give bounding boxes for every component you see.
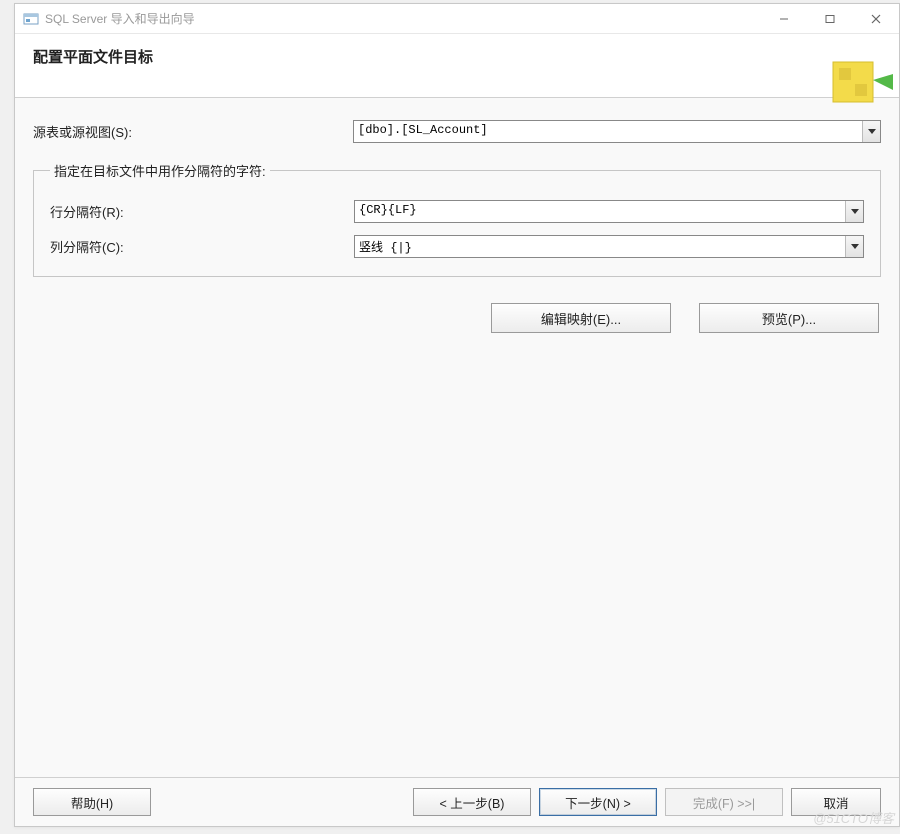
chevron-down-icon[interactable] [862,121,880,142]
preview-button[interactable]: 预览(P)... [699,303,879,333]
wizard-footer: 帮助(H) < 上一步(B) 下一步(N) > 完成(F) >>| 取消 [15,777,899,826]
cancel-button[interactable]: 取消 [791,788,881,816]
close-button[interactable] [853,4,899,34]
delimiter-group-legend: 指定在目标文件中用作分隔符的字符: [50,161,270,180]
chevron-down-icon[interactable] [845,236,863,257]
wizard-header: 配置平面文件目标 [15,34,899,98]
titlebar: SQL Server 导入和导出向导 [15,4,899,34]
col-delimiter-value: 竖线 {|} [355,236,845,257]
page-title: 配置平面文件目标 [33,46,881,67]
action-row: 编辑映射(E)... 预览(P)... [33,297,881,339]
chevron-down-icon[interactable] [845,201,863,222]
help-button[interactable]: 帮助(H) [33,788,151,816]
minimize-button[interactable] [761,4,807,34]
source-table-combo[interactable]: [dbo].[SL_Account] [353,120,881,143]
finish-button: 完成(F) >>| [665,788,783,816]
next-button[interactable]: 下一步(N) > [539,788,657,816]
source-table-label: 源表或源视图(S): [33,122,353,141]
wizard-art-icon [813,48,893,122]
row-delimiter-combo[interactable]: {CR}{LF} [354,200,864,223]
maximize-button[interactable] [807,4,853,34]
col-delimiter-combo[interactable]: 竖线 {|} [354,235,864,258]
col-delimiter-label: 列分隔符(C): [50,237,354,256]
source-table-value: [dbo].[SL_Account] [354,121,862,142]
row-delimiter-row: 行分隔符(R): {CR}{LF} [50,200,864,223]
row-delimiter-label: 行分隔符(R): [50,202,354,221]
wizard-window: SQL Server 导入和导出向导 配置平面文件目标 源表或 [14,3,900,827]
col-delimiter-row: 列分隔符(C): 竖线 {|} [50,235,864,258]
row-delimiter-value: {CR}{LF} [355,201,845,222]
window-title: SQL Server 导入和导出向导 [45,10,195,27]
wizard-content: 源表或源视图(S): [dbo].[SL_Account] 指定在目标文件中用作… [15,98,899,777]
edit-mapping-button[interactable]: 编辑映射(E)... [491,303,671,333]
back-button[interactable]: < 上一步(B) [413,788,531,816]
delimiter-group: 指定在目标文件中用作分隔符的字符: 行分隔符(R): {CR}{LF} 列分隔符… [33,161,881,277]
app-icon [23,11,39,27]
source-table-row: 源表或源视图(S): [dbo].[SL_Account] [33,120,881,143]
